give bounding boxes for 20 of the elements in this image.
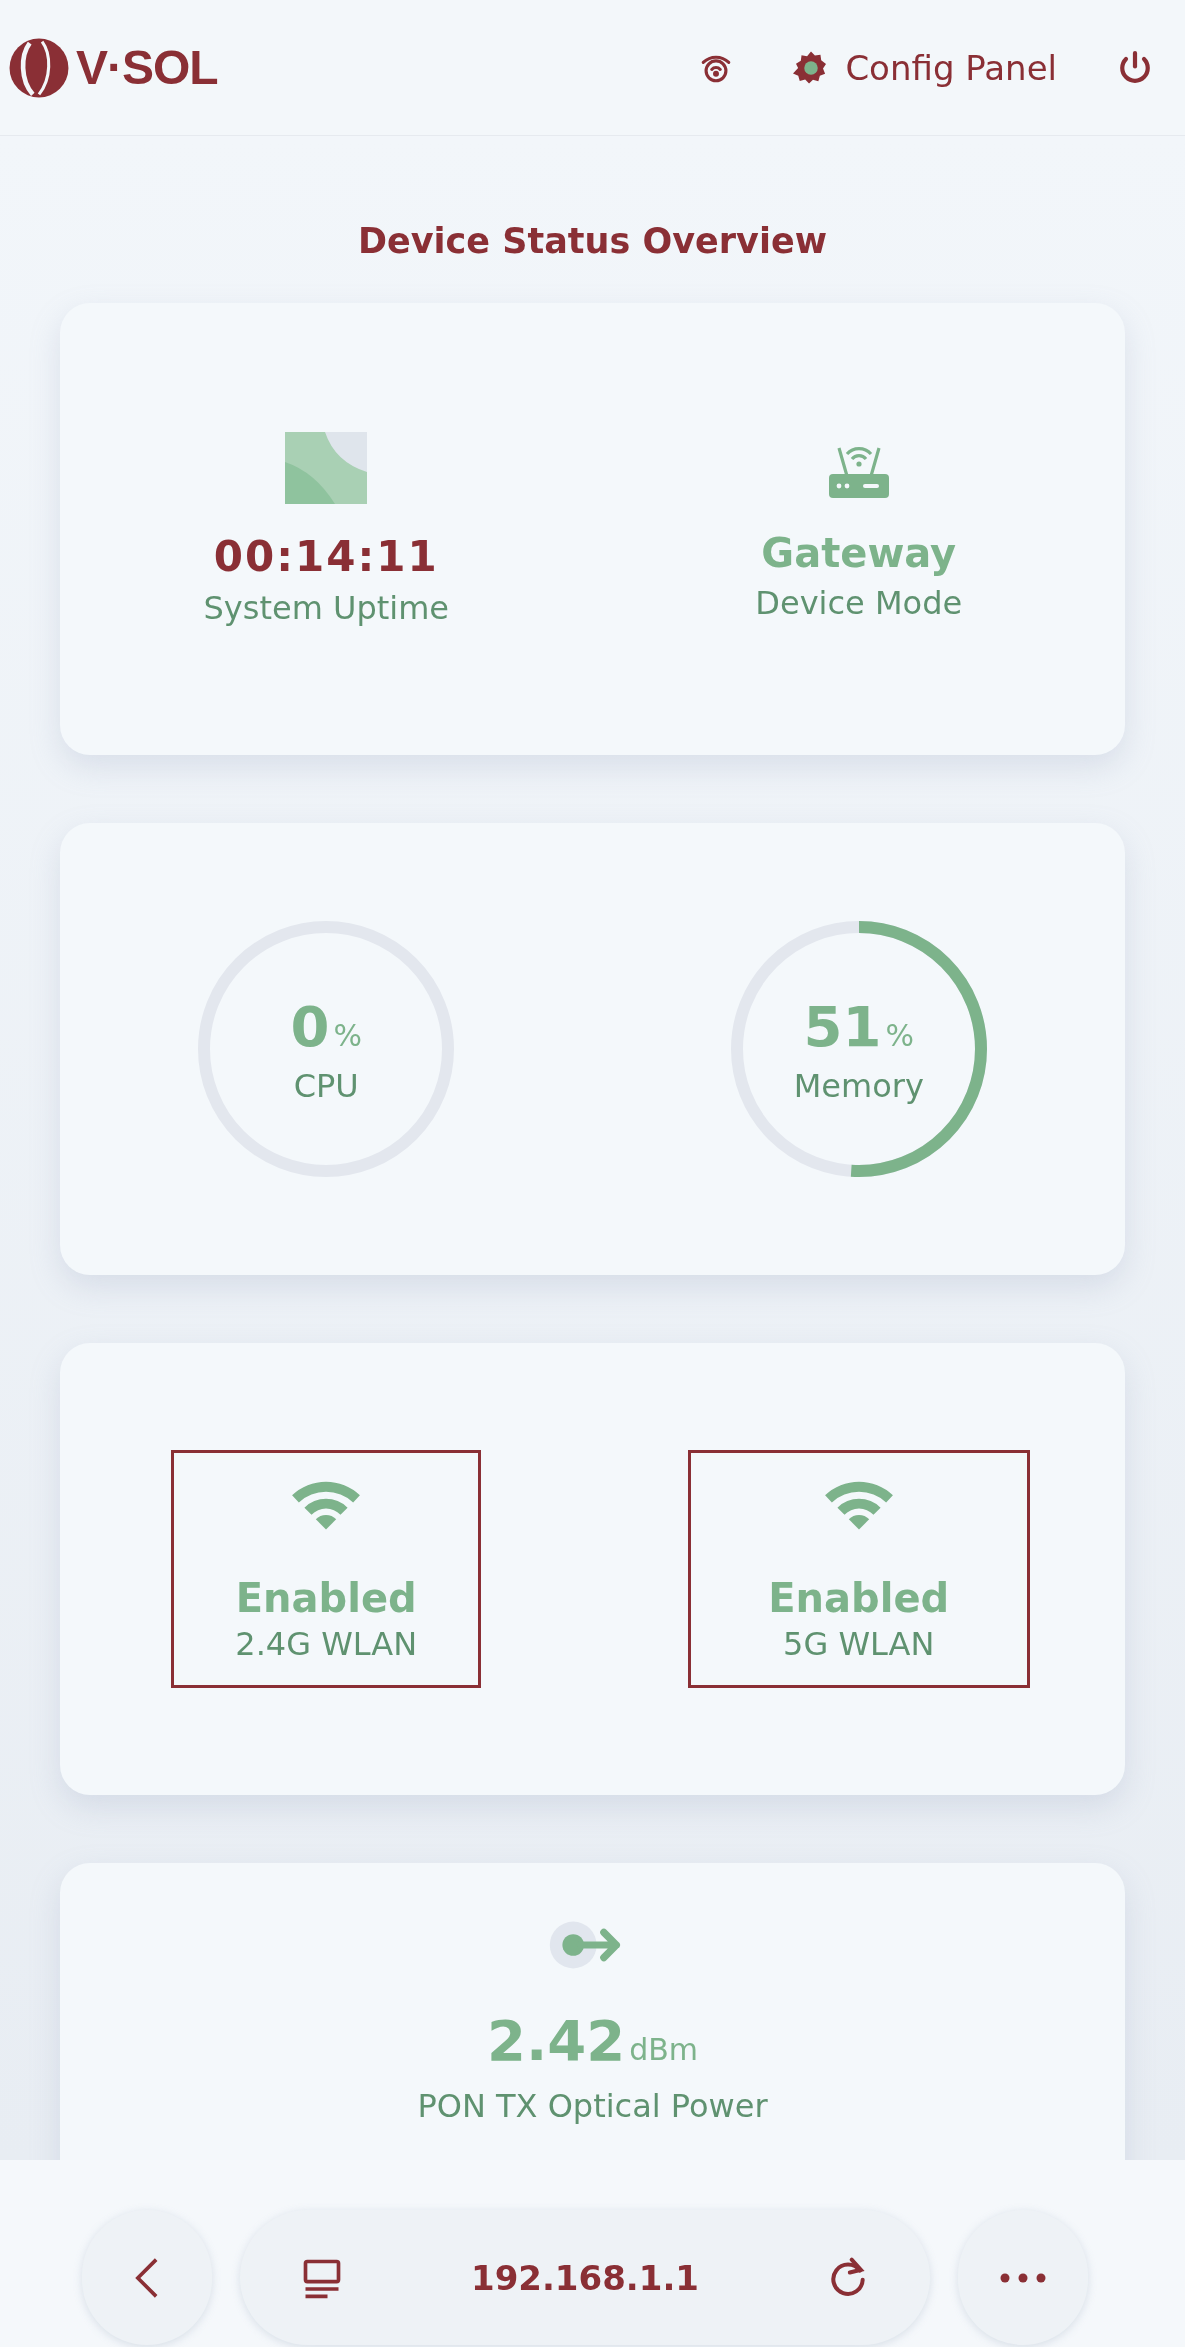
uptime-label: System Uptime	[203, 588, 449, 627]
wlan-status: Enabled	[235, 1575, 417, 1621]
wlan-label: 5G WLAN	[783, 1625, 935, 1663]
gauge-label: Memory	[793, 1066, 924, 1105]
wlan-status: Enabled	[768, 1575, 950, 1621]
more-icon	[999, 2272, 1047, 2283]
gauge-value: 51%	[803, 993, 914, 1059]
optical-power-label: PON TX Optical Power	[417, 2087, 768, 2125]
url-text[interactable]: 192.168.1.1	[471, 2257, 699, 2298]
gauge-value: 0%	[290, 993, 362, 1059]
gauge-label: CPU	[293, 1066, 359, 1105]
config-panel-button[interactable]: Config Panel	[793, 47, 1057, 88]
uptime-value: 00:14:11	[213, 531, 439, 581]
logo-icon	[8, 36, 70, 99]
brand-logo: V·SOL	[76, 40, 218, 95]
device-mode-value: Gateway	[761, 530, 957, 576]
page-title: Device Status Overview	[358, 221, 827, 261]
device-mode-label: Device Mode	[755, 584, 963, 622]
optical-power-value: 2.42 dBm	[487, 2008, 698, 2073]
wlan-label: 2.4G WLAN	[235, 1625, 418, 1663]
